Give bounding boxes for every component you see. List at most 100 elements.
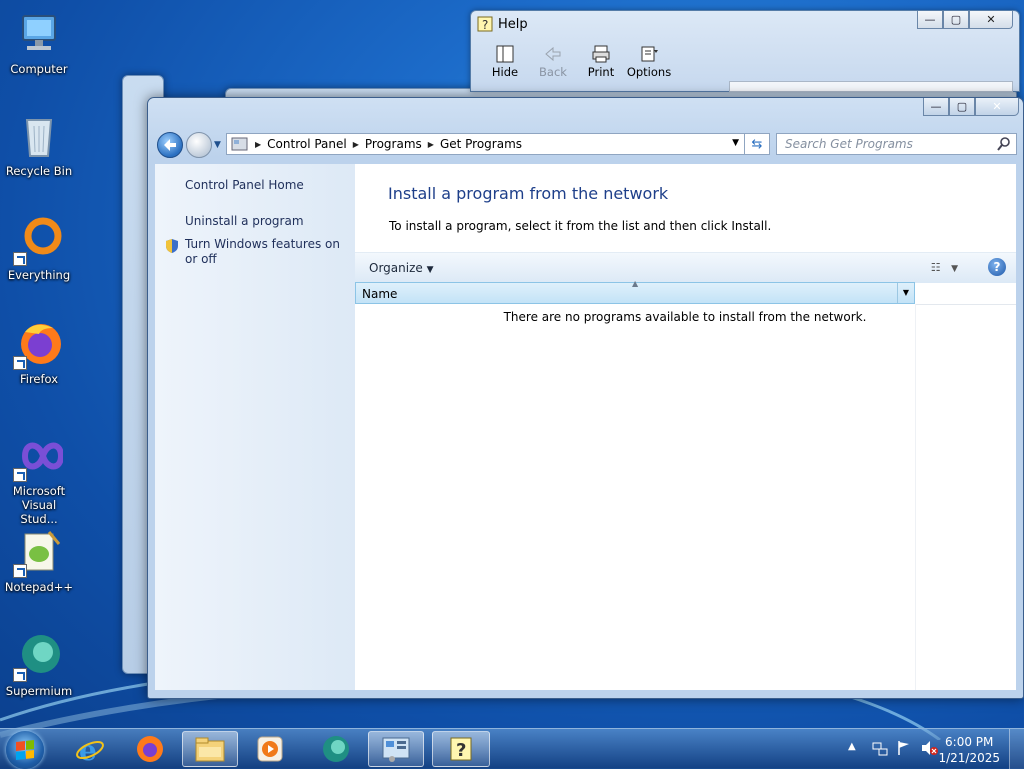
breadcrumb-separator-icon[interactable]: ▶ bbox=[426, 140, 436, 149]
show-desktop-button[interactable] bbox=[1009, 729, 1024, 769]
help-window[interactable]: ? Help — ▢ ✕ Hide Back Print Options bbox=[470, 10, 1020, 92]
chevron-down-icon: ▼ bbox=[951, 264, 958, 274]
show-hidden-icons-button[interactable]: ▲ bbox=[848, 741, 856, 752]
command-bar: Organize ▼ ☷ ▼ ? bbox=[355, 252, 1016, 283]
taskbar-internet-explorer[interactable]: e bbox=[62, 731, 118, 767]
desktop-icon-notepadpp[interactable]: Notepad++ bbox=[2, 528, 76, 594]
visual-studio-icon bbox=[13, 432, 65, 482]
taskbar-help[interactable]: ? bbox=[432, 731, 490, 767]
windows-features-link[interactable]: Turn Windows features on or off bbox=[185, 237, 345, 267]
control-panel-home-link[interactable]: Control Panel Home bbox=[185, 178, 304, 193]
clock-time: 6:00 PM bbox=[945, 735, 994, 749]
volume-muted-icon[interactable] bbox=[920, 740, 938, 756]
desktop-icon-label: Everything bbox=[7, 268, 71, 282]
search-icon bbox=[997, 137, 1010, 151]
column-header-name[interactable]: ▲ Name ▼ bbox=[355, 279, 915, 304]
instruction-text: To install a program, select it from the… bbox=[389, 219, 772, 233]
clock[interactable]: 6:00 PM 1/21/2025 bbox=[938, 734, 1000, 766]
taskbar-file-explorer[interactable] bbox=[182, 731, 238, 767]
back-button[interactable]: Back bbox=[529, 43, 577, 79]
shortcut-arrow-icon bbox=[13, 668, 27, 682]
desktop-icon-everything[interactable]: Everything bbox=[2, 216, 76, 282]
desktop-icon-label: Microsoft Visual Stud... bbox=[12, 484, 66, 526]
help-window-title: Help bbox=[498, 17, 528, 32]
options-icon bbox=[625, 43, 673, 65]
control-panel-window[interactable]: — ▢ ✕ ▼ ▶ Control Panel ▶ Programs ▶ Get… bbox=[147, 97, 1024, 699]
shortcut-arrow-icon bbox=[13, 564, 27, 578]
print-button[interactable]: Print bbox=[577, 43, 625, 79]
desktop-icon-firefox[interactable]: Firefox bbox=[2, 320, 76, 386]
search-placeholder: Search Get Programs bbox=[785, 137, 913, 151]
computer-icon bbox=[15, 10, 63, 58]
start-button[interactable] bbox=[6, 731, 44, 769]
printer-icon bbox=[577, 43, 625, 65]
control-panel-icon bbox=[382, 737, 410, 762]
close-button[interactable]: ✕ bbox=[975, 98, 1019, 116]
minimize-button[interactable]: — bbox=[923, 98, 949, 116]
change-view-button[interactable]: ☷ ▼ bbox=[931, 261, 958, 274]
forward-button[interactable] bbox=[186, 132, 212, 158]
shortcut-arrow-icon bbox=[13, 252, 27, 266]
breadcrumb-separator-icon[interactable]: ▶ bbox=[253, 140, 263, 149]
hide-label: Hide bbox=[491, 65, 519, 79]
close-button[interactable]: ✕ bbox=[969, 11, 1013, 29]
shortcut-arrow-icon bbox=[13, 468, 27, 482]
back-button[interactable] bbox=[157, 132, 183, 158]
taskbar: e ? ▲ 6:00 PM 1/21/2025 bbox=[0, 728, 1024, 769]
maximize-button[interactable]: ▢ bbox=[949, 98, 975, 116]
taskbar-supermium[interactable] bbox=[308, 731, 364, 767]
sort-indicator-icon: ▲ bbox=[632, 279, 639, 288]
content-area: Control Panel Home Uninstall a program T… bbox=[155, 164, 1016, 690]
recent-pages-dropdown[interactable]: ▼ bbox=[214, 140, 221, 150]
shield-icon bbox=[166, 239, 178, 253]
search-input[interactable]: Search Get Programs bbox=[776, 133, 1017, 155]
firefox-icon bbox=[13, 320, 63, 370]
action-center-flag-icon[interactable] bbox=[896, 740, 912, 756]
column-header-empty bbox=[915, 282, 1016, 305]
help-icon: ? bbox=[477, 16, 493, 32]
everything-icon bbox=[13, 216, 63, 266]
taskbar-media-player[interactable] bbox=[242, 731, 298, 767]
refresh-button[interactable]: ⇆ bbox=[744, 133, 770, 155]
recycle-bin-icon bbox=[15, 112, 63, 160]
clock-date: 1/21/2025 bbox=[938, 751, 1000, 765]
desktop-icon-label: Notepad++ bbox=[4, 580, 74, 594]
breadcrumb-separator-icon[interactable]: ▶ bbox=[351, 140, 361, 149]
desktop-icon-label: Firefox bbox=[19, 372, 59, 386]
help-button[interactable]: ? bbox=[988, 258, 1006, 276]
media-player-icon bbox=[257, 736, 283, 762]
maximize-button[interactable]: ▢ bbox=[943, 11, 969, 29]
desktop-icon-visual-studio[interactable]: Microsoft Visual Stud... bbox=[2, 432, 76, 526]
navigation-bar: ▼ ▶ Control Panel ▶ Programs ▶ Get Progr… bbox=[154, 131, 1017, 158]
minimize-button[interactable]: — bbox=[917, 11, 943, 29]
organize-label: Organize bbox=[369, 261, 423, 275]
notepadpp-icon bbox=[13, 528, 63, 578]
options-button[interactable]: Options bbox=[625, 43, 673, 79]
hide-button[interactable]: Hide bbox=[481, 43, 529, 79]
address-bar[interactable]: ▶ Control Panel ▶ Programs ▶ Get Program… bbox=[226, 133, 746, 155]
taskbar-control-panel[interactable] bbox=[368, 731, 424, 767]
desktop-icon-supermium[interactable]: Supermium bbox=[2, 632, 76, 698]
help-pane-edge bbox=[729, 81, 1013, 92]
system-tray: ▲ 6:00 PM 1/21/2025 bbox=[834, 729, 1024, 769]
breadcrumb-programs[interactable]: Programs bbox=[361, 137, 426, 151]
taskbar-firefox[interactable] bbox=[122, 731, 178, 767]
desktop-icon-recycle-bin[interactable]: Recycle Bin bbox=[2, 112, 76, 178]
column-filter-dropdown[interactable]: ▼ bbox=[897, 283, 914, 303]
folder-icon bbox=[195, 737, 225, 762]
organize-button[interactable]: Organize ▼ bbox=[369, 261, 434, 275]
empty-list-message: There are no programs available to insta… bbox=[503, 310, 867, 324]
breadcrumb-get-programs[interactable]: Get Programs bbox=[436, 137, 526, 151]
help-title-bar[interactable]: ? Help — ▢ ✕ bbox=[471, 11, 1019, 37]
back-arrow-icon bbox=[529, 43, 577, 65]
internet-explorer-icon: e bbox=[76, 734, 104, 764]
desktop-icon-computer[interactable]: Computer bbox=[2, 10, 76, 76]
breadcrumb-control-panel[interactable]: Control Panel bbox=[263, 137, 351, 151]
desktop-icon-label: Recycle Bin bbox=[5, 164, 73, 178]
help-question-icon: ? bbox=[993, 260, 1001, 274]
page-title: Install a program from the network bbox=[388, 184, 669, 203]
network-icon[interactable] bbox=[872, 741, 888, 757]
print-label: Print bbox=[587, 65, 615, 79]
address-dropdown-icon[interactable]: ▼ bbox=[732, 138, 739, 148]
uninstall-program-link[interactable]: Uninstall a program bbox=[185, 214, 304, 229]
